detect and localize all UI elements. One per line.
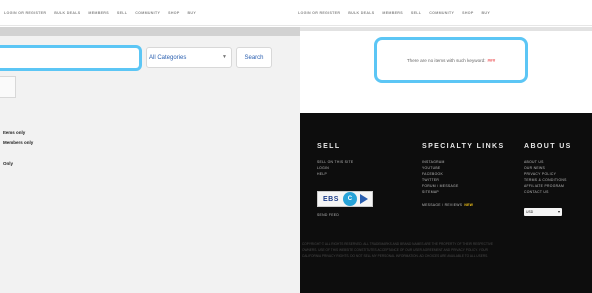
nav-item-sell-2[interactable]: SELL	[411, 11, 421, 15]
footer-specialty-link[interactable]: TWITTER	[422, 178, 439, 182]
currency-select-value: USD	[526, 210, 534, 214]
footer-sell-title: SELL	[317, 143, 341, 150]
footer-about-title: ABOUT US	[524, 143, 572, 150]
nav-item-bulk-deals[interactable]: BULK DEALS	[54, 11, 80, 15]
filter-box[interactable]	[0, 76, 16, 98]
ebs-badge[interactable]: EBS C	[317, 191, 373, 207]
footer-specialty-link[interactable]: SITEMAP	[422, 190, 439, 194]
currency-select[interactable]: USD ▾	[524, 208, 562, 216]
footer-specialty-link[interactable]: INSTAGRAM	[422, 160, 445, 164]
nav-left-group: LOGIN OR REGISTER BULK DEALS MEMBERS SEL…	[4, 11, 298, 15]
nav-item-sell[interactable]: SELL	[117, 11, 127, 15]
ebs-badge-text: EBS	[323, 195, 339, 203]
ebs-logo-icon: C	[342, 192, 357, 206]
nav-right-group: LOGIN OR REGISTER BULK DEALS MEMBERS SEL…	[298, 11, 592, 15]
nav-item-buy-2[interactable]: BUY	[482, 11, 491, 15]
nav-item-shop[interactable]: SHOP	[168, 11, 179, 15]
legal-line: CALIFORNIA PRIVACY RIGHTS. DO NOT SELL M…	[302, 254, 489, 258]
footer-sell-link[interactable]: HELP	[317, 172, 327, 176]
footer-about-link[interactable]: TERMS & CONDITIONS	[524, 178, 567, 182]
no-results-keyword: ###	[487, 57, 496, 63]
nav-item-buy[interactable]: BUY	[188, 11, 197, 15]
footer-specialty-link[interactable]: FACEBOOK	[422, 172, 443, 176]
search-panel	[0, 36, 300, 293]
nav-item-bulk-deals-2[interactable]: BULK DEALS	[348, 11, 374, 15]
arrow-right-icon	[359, 194, 368, 204]
footer-about-link[interactable]: OUR NEWS	[524, 166, 545, 170]
new-badge: NEW	[464, 203, 474, 207]
search-button[interactable]: Search	[236, 47, 272, 68]
nav-item-login[interactable]: LOGIN OR REGISTER	[4, 11, 46, 15]
footer-about-link[interactable]: ABOUT US	[524, 160, 544, 164]
footer-send-feed-link[interactable]: SEND FEED	[317, 213, 339, 217]
category-select-value: All Categories	[149, 54, 187, 61]
left-divider-bar	[0, 27, 300, 36]
footer-specialty-link[interactable]: YOUTUBE	[422, 166, 441, 170]
chevron-down-icon: ▾	[557, 209, 560, 214]
nav-item-login-2[interactable]: LOGIN OR REGISTER	[298, 11, 340, 15]
filter-members-only[interactable]: Members only	[3, 140, 33, 145]
no-results-text: There are no items with such keyword:	[406, 57, 486, 63]
nav-item-community-2[interactable]: COMMUNITY	[429, 11, 454, 15]
filter-items-only[interactable]: Items only	[3, 130, 25, 135]
footer-sell-link[interactable]: LOGIN	[317, 166, 329, 170]
nav-item-members[interactable]: MEMBERS	[88, 11, 108, 15]
site-footer: SELL SELL ON THIS SITE LOGIN HELP EBS C …	[300, 113, 592, 293]
no-results-message: There are no items with such keyword: ##…	[374, 37, 528, 83]
chevron-down-icon: ▼	[222, 54, 227, 60]
footer-specialty-link-label: MESSAGE / REVIEWS	[422, 203, 463, 207]
legal-text: COPYRIGHT © ALL RIGHTS RESERVED. ALL TRA…	[302, 241, 590, 259]
footer-specialty-link[interactable]: FORUM / MESSAGE	[422, 184, 459, 188]
footer-specialty-title: SPECIALTY LINKS	[422, 143, 505, 150]
search-input[interactable]	[0, 45, 142, 71]
nav-item-shop-2[interactable]: SHOP	[462, 11, 473, 15]
footer-about-link[interactable]: CONTACT US	[524, 190, 549, 194]
nav-item-members-2[interactable]: MEMBERS	[382, 11, 402, 15]
footer-sell-link[interactable]: SELL ON THIS SITE	[317, 160, 353, 164]
footer-about-link[interactable]: AFFILIATE PROGRAM	[524, 184, 564, 188]
top-nav: LOGIN OR REGISTER BULK DEALS MEMBERS SEL…	[0, 0, 592, 26]
footer-about-link[interactable]: PRIVACY POLICY	[524, 172, 556, 176]
nav-item-community[interactable]: COMMUNITY	[135, 11, 160, 15]
filter-only[interactable]: Only	[3, 161, 13, 166]
footer-specialty-link[interactable]: MESSAGE / REVIEWS NEW	[422, 203, 473, 207]
category-select[interactable]: All Categories ▼	[146, 47, 232, 68]
right-divider-bar	[300, 27, 592, 31]
